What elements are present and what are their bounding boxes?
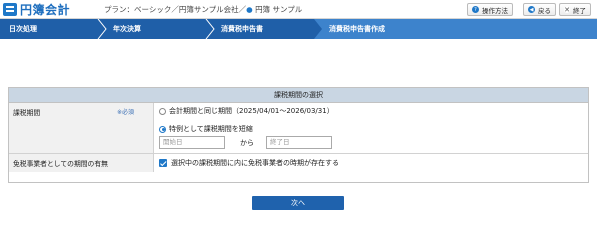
app-logo-text: 円簿会計 bbox=[20, 3, 71, 17]
nav-step-label: 消費税申告書作成 bbox=[329, 25, 385, 33]
nav-step-annual[interactable]: 年次決算 bbox=[104, 19, 204, 39]
nav-step-daily[interactable]: 日次処理 bbox=[0, 19, 100, 39]
tax-period-label-cell: 課税期間 ※必須 bbox=[9, 103, 154, 153]
nav-step-tax-return-create[interactable]: 消費税申告書作成 bbox=[314, 19, 597, 39]
exempt-checkbox-label: 選択中の課税期間に内に免税事業者の時期が存在する bbox=[171, 159, 339, 167]
close-button-label: 終了 bbox=[573, 6, 586, 15]
plan-info: プラン：ベーシック／円簿サンプル会社／● 円簿 サンプル bbox=[104, 4, 302, 15]
nav-step-tax-return[interactable]: 消費税申告書 bbox=[212, 19, 312, 39]
back-arrow-icon: ◀ bbox=[528, 6, 535, 13]
end-date-input[interactable]: 終了日 bbox=[266, 136, 332, 149]
tax-period-label: 課税期間 bbox=[13, 109, 41, 117]
exempt-period-row: 免税事業者としての期間の有無 選択中の課税期間に内に免税事業者の時期が存在する bbox=[9, 154, 588, 172]
back-button[interactable]: ◀ 戻る bbox=[523, 3, 556, 16]
nav-step-label: 消費税申告書 bbox=[221, 25, 263, 33]
exempt-label-cell: 免税事業者としての期間の有無 bbox=[9, 154, 154, 172]
next-button[interactable]: 次へ bbox=[252, 196, 344, 210]
start-date-input[interactable]: 開始日 bbox=[159, 136, 225, 149]
close-button[interactable]: ✕ 終了 bbox=[559, 3, 591, 16]
step-separator-icon bbox=[310, 19, 322, 39]
tax-period-panel: 課税期間の選択 課税期間 ※必須 会計期間と同じ期間（2025/04/01〜20… bbox=[8, 87, 589, 183]
period-option-shortened-label: 特例として課税期間を短縮 bbox=[169, 125, 253, 133]
top-bar: 円簿会計 プラン：ベーシック／円簿サンプル会社／● 円簿 サンプル ? 操作方法… bbox=[0, 0, 597, 19]
nav-step-label: 日次処理 bbox=[9, 25, 37, 33]
checkbox-checked-icon[interactable] bbox=[159, 159, 167, 167]
close-icon: ✕ bbox=[564, 5, 570, 14]
radio-selected[interactable] bbox=[159, 125, 166, 133]
back-button-label: 戻る bbox=[538, 6, 551, 15]
panel-title: 課税期間の選択 bbox=[9, 88, 588, 103]
exempt-checkbox[interactable]: 選択中の課税期間に内に免税事業者の時期が存在する bbox=[159, 158, 339, 168]
ledger-logo-icon bbox=[3, 3, 17, 16]
date-range-separator: から bbox=[240, 139, 254, 147]
nav-step-label: 年次決算 bbox=[113, 25, 141, 33]
company-name: 円簿 サンプル bbox=[255, 5, 303, 14]
company-dot-icon: ● bbox=[246, 5, 253, 14]
radio-unselected[interactable] bbox=[159, 107, 166, 115]
help-icon: ? bbox=[472, 6, 479, 13]
exempt-label: 免税事業者としての期間の有無 bbox=[13, 160, 108, 168]
help-button[interactable]: ? 操作方法 bbox=[467, 3, 513, 16]
help-button-label: 操作方法 bbox=[482, 6, 508, 15]
period-option-shortened[interactable]: 特例として課税期間を短縮 bbox=[159, 124, 253, 134]
period-option-fiscal[interactable]: 会計期間と同じ期間（2025/04/01〜2026/03/31） bbox=[159, 106, 334, 116]
tax-period-row: 課税期間 ※必須 会計期間と同じ期間（2025/04/01〜2026/03/31… bbox=[9, 103, 588, 154]
period-option-fiscal-label: 会計期間と同じ期間（2025/04/01〜2026/03/31） bbox=[169, 107, 334, 115]
app-logo[interactable]: 円簿会計 bbox=[3, 2, 70, 17]
required-badge: ※必須 bbox=[117, 109, 135, 116]
step-navigation: 日次処理 年次決算 消費税申告書 消費税申告書作成 bbox=[0, 19, 597, 39]
plan-text: プラン：ベーシック／円簿サンプル会社／ bbox=[104, 5, 247, 14]
